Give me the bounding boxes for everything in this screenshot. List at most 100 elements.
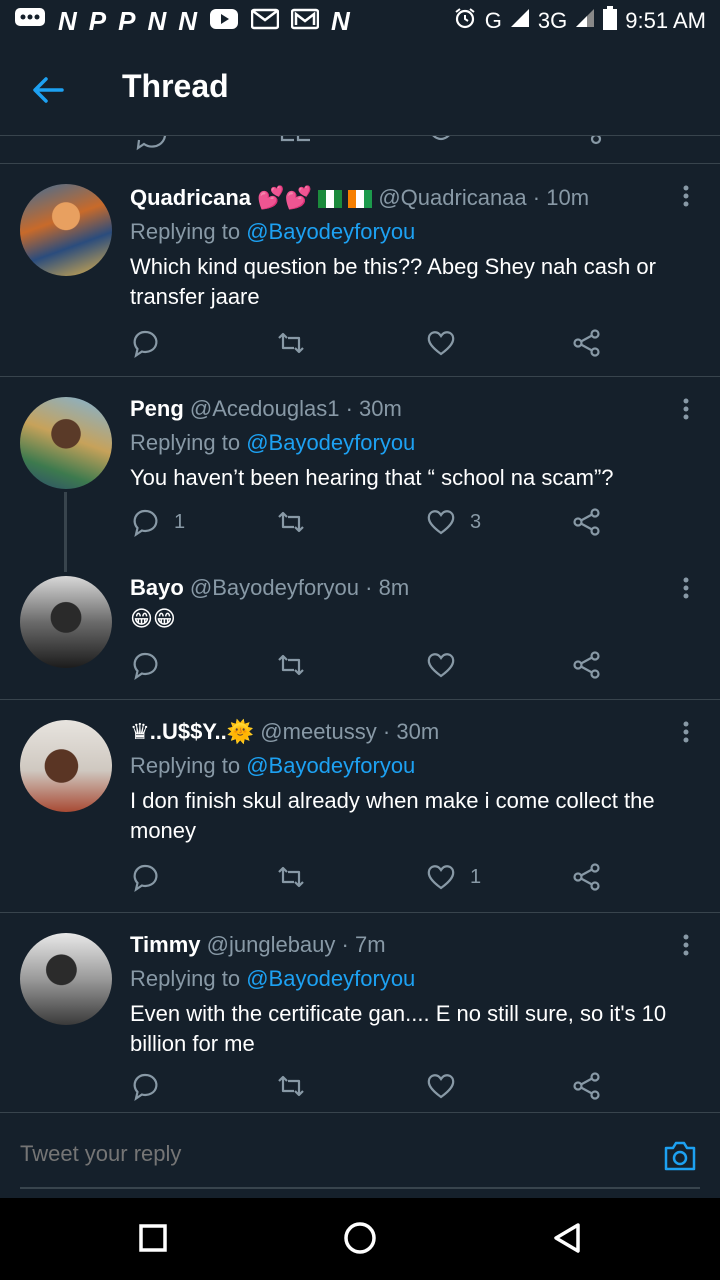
mail-icon bbox=[250, 6, 280, 37]
replying-to: Replying to @Bayodeyforyou bbox=[130, 965, 698, 993]
app-p-icon: P bbox=[118, 5, 136, 36]
avatar[interactable] bbox=[20, 184, 112, 276]
tweet[interactable]: Bayo @Bayodeyforyou · 8m 😁😁 bbox=[0, 556, 720, 698]
camera-icon[interactable] bbox=[662, 1139, 698, 1173]
back-arrow-icon[interactable] bbox=[28, 70, 68, 110]
avatar[interactable] bbox=[20, 397, 112, 489]
back-button[interactable] bbox=[548, 1218, 588, 1258]
reply-input[interactable] bbox=[20, 1141, 620, 1167]
reply-button[interactable] bbox=[130, 328, 174, 358]
signal-icon bbox=[510, 8, 530, 34]
heart-icon bbox=[427, 865, 455, 890]
retweet-button[interactable] bbox=[276, 650, 306, 680]
heart-icon bbox=[427, 1074, 455, 1099]
network-type: G bbox=[484, 8, 502, 33]
user-handle[interactable]: @junglebauy bbox=[207, 932, 336, 957]
tweet[interactable]: Quadricana 💕💕 @Quadricanaa · 10m Replyin… bbox=[0, 164, 720, 376]
user-handle[interactable]: @Quadricanaa bbox=[378, 185, 526, 210]
status-bar: N P P N N N G 3G 9:51 AM bbox=[0, 0, 720, 42]
display-name[interactable]: Timmy bbox=[130, 932, 201, 957]
share-button[interactable] bbox=[572, 650, 602, 680]
app-n-icon: N bbox=[58, 5, 77, 36]
tweet-header: ♛..U$$Y..🌞 @meetussy · 30m bbox=[130, 718, 698, 746]
app-n-icon: N bbox=[331, 5, 350, 36]
reply-button[interactable] bbox=[130, 650, 174, 680]
retweet-icon bbox=[278, 332, 304, 354]
like-button[interactable] bbox=[426, 1071, 470, 1101]
tweet-actions bbox=[130, 1071, 610, 1105]
more-options-icon[interactable] bbox=[680, 397, 692, 423]
more-options-icon[interactable] bbox=[680, 720, 692, 746]
system-navigation-bar bbox=[0, 1198, 720, 1280]
more-options-icon[interactable] bbox=[680, 184, 692, 210]
avatar[interactable] bbox=[20, 720, 112, 812]
like-button[interactable] bbox=[426, 328, 470, 358]
display-name[interactable]: ♛..U$$Y..🌞 bbox=[130, 719, 254, 744]
reply-button[interactable]: 1 bbox=[130, 507, 185, 537]
tweet-text: You haven’t been hearing that “ school n… bbox=[130, 465, 614, 490]
tweet-header: Bayo @Bayodeyforyou · 8m bbox=[130, 574, 698, 602]
tweet[interactable]: Peng @Acedouglas1 · 30m Replying to @Bay… bbox=[0, 377, 720, 555]
retweet-icon bbox=[278, 654, 304, 676]
separator-dot: · bbox=[365, 575, 373, 600]
separator-dot: · bbox=[341, 932, 349, 957]
tweet-actions bbox=[130, 650, 610, 684]
share-icon bbox=[573, 508, 600, 536]
signal-icon bbox=[575, 8, 595, 34]
like-button[interactable] bbox=[426, 650, 470, 680]
share-button[interactable] bbox=[572, 328, 602, 358]
retweet-button[interactable] bbox=[276, 328, 306, 358]
recents-button[interactable] bbox=[134, 1218, 174, 1258]
mention-link[interactable]: @Bayodeyforyou bbox=[246, 753, 415, 778]
reply-button[interactable] bbox=[130, 862, 174, 892]
tweet[interactable]: Timmy @junglebauy · 7m Replying to @Bayo… bbox=[0, 913, 720, 1113]
retweet-button[interactable] bbox=[276, 507, 306, 537]
reply-icon bbox=[133, 509, 158, 537]
more-options-icon[interactable] bbox=[680, 933, 692, 959]
tweet[interactable]: ♛..U$$Y..🌞 @meetussy · 30m Replying to @… bbox=[0, 700, 720, 912]
heart-icon bbox=[427, 510, 455, 535]
display-name[interactable]: Quadricana bbox=[130, 185, 251, 210]
replying-to-label: Replying to bbox=[130, 753, 241, 778]
display-name[interactable]: Bayo bbox=[130, 575, 184, 600]
tweet-time: 7m bbox=[354, 932, 386, 957]
notification-icons: N P P N N N bbox=[14, 6, 350, 37]
app-p-icon: P bbox=[88, 5, 107, 36]
like-count: 1 bbox=[470, 865, 482, 888]
mention-link[interactable]: @Bayodeyforyou bbox=[246, 430, 415, 455]
youtube-icon bbox=[209, 6, 239, 37]
retweet-button[interactable] bbox=[276, 1071, 306, 1101]
avatar[interactable] bbox=[20, 576, 112, 668]
tweet-body: Quadricana 💕💕 @Quadricanaa · 10m Replyin… bbox=[130, 184, 698, 312]
user-handle[interactable]: @meetussy bbox=[260, 719, 376, 744]
share-button[interactable] bbox=[572, 862, 602, 892]
tweet-body: Bayo @Bayodeyforyou · 8m 😁😁 bbox=[130, 574, 698, 634]
reply-composer bbox=[0, 1112, 720, 1198]
share-button[interactable] bbox=[572, 507, 602, 537]
display-name[interactable]: Peng bbox=[130, 396, 184, 421]
share-icon bbox=[573, 651, 600, 679]
tweet-text: 😁😁 bbox=[130, 606, 176, 631]
separator-dot: · bbox=[532, 185, 541, 210]
share-icon bbox=[573, 863, 600, 891]
mention-link[interactable]: @Bayodeyforyou bbox=[246, 219, 415, 244]
previous-tweet-actions bbox=[0, 136, 720, 164]
retweet-button[interactable] bbox=[276, 862, 306, 892]
tweet-actions: 1 bbox=[130, 862, 610, 896]
share-button[interactable] bbox=[572, 1071, 602, 1101]
like-button[interactable]: 3 bbox=[426, 507, 481, 537]
home-button[interactable] bbox=[340, 1218, 380, 1258]
tweet-body: Timmy @junglebauy · 7m Replying to @Bayo… bbox=[130, 931, 698, 1059]
mention-link[interactable]: @Bayodeyforyou bbox=[246, 966, 415, 991]
more-options-icon[interactable] bbox=[680, 576, 692, 602]
avatar[interactable] bbox=[20, 933, 112, 1025]
reply-icon bbox=[133, 652, 158, 680]
reply-button[interactable] bbox=[130, 1071, 174, 1101]
user-handle[interactable]: @Acedouglas1 bbox=[190, 396, 340, 421]
replying-to-label: Replying to bbox=[130, 966, 241, 991]
like-button[interactable]: 1 bbox=[426, 862, 481, 892]
user-handle[interactable]: @Bayodeyforyou bbox=[190, 575, 359, 600]
tweet-text: I don finish skul already when make i co… bbox=[130, 788, 655, 843]
nigeria-flag-icon bbox=[318, 190, 343, 209]
name-emoji: 💕💕 bbox=[257, 185, 312, 210]
